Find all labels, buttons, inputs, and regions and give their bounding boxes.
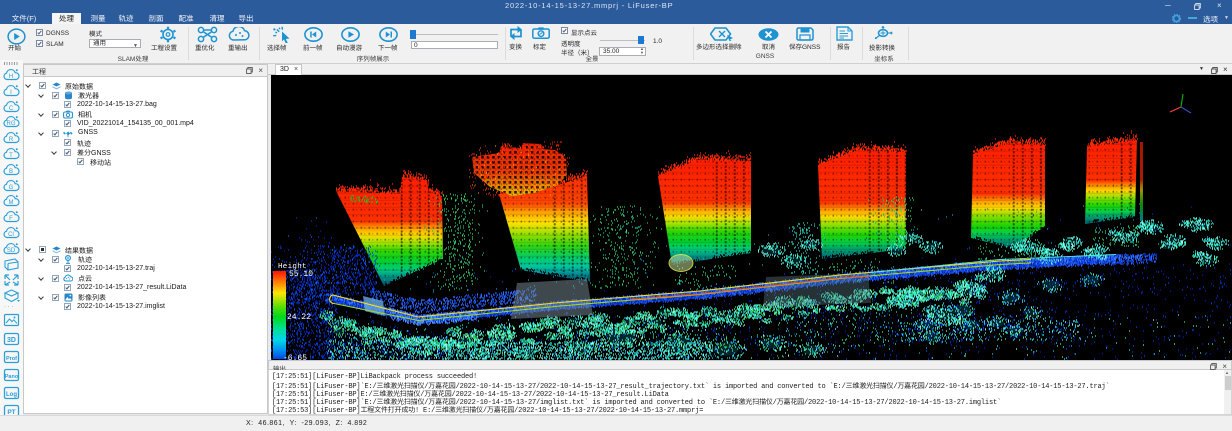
svg-text:B: B (9, 169, 13, 175)
svg-text:24.22: 24.22 (287, 313, 311, 322)
svg-text:F: F (9, 216, 13, 222)
svg-text:Pano: Pano (5, 374, 19, 380)
svg-text:3D: 3D (7, 337, 16, 344)
svg-text:55.10: 55.10 (289, 270, 313, 279)
svg-text:Prof: Prof (6, 356, 17, 362)
svg-text:Cl: Cl (8, 232, 14, 238)
svg-text:G: G (9, 185, 14, 191)
svg-text:M: M (9, 200, 14, 206)
svg-text:H: H (9, 74, 13, 80)
svg-text:Log: Log (6, 392, 17, 398)
